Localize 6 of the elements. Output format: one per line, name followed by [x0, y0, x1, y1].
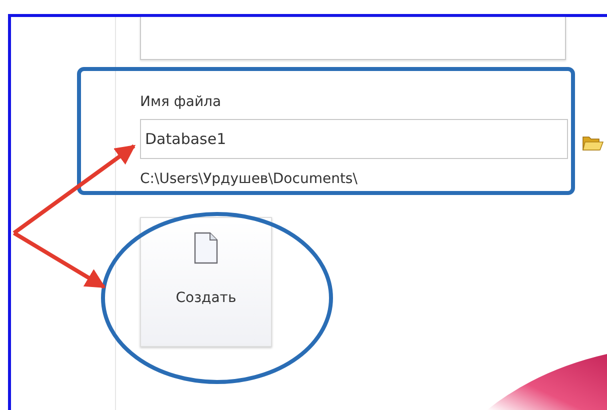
document-icon	[194, 232, 218, 264]
folder-icon[interactable]	[582, 134, 604, 152]
create-button[interactable]: Создать	[140, 217, 272, 347]
file-name-field[interactable]: Database1	[140, 119, 568, 159]
field-label: Имя файла	[140, 94, 222, 112]
folder-path: C:\Users\Урдушев\Documents\	[140, 171, 358, 187]
